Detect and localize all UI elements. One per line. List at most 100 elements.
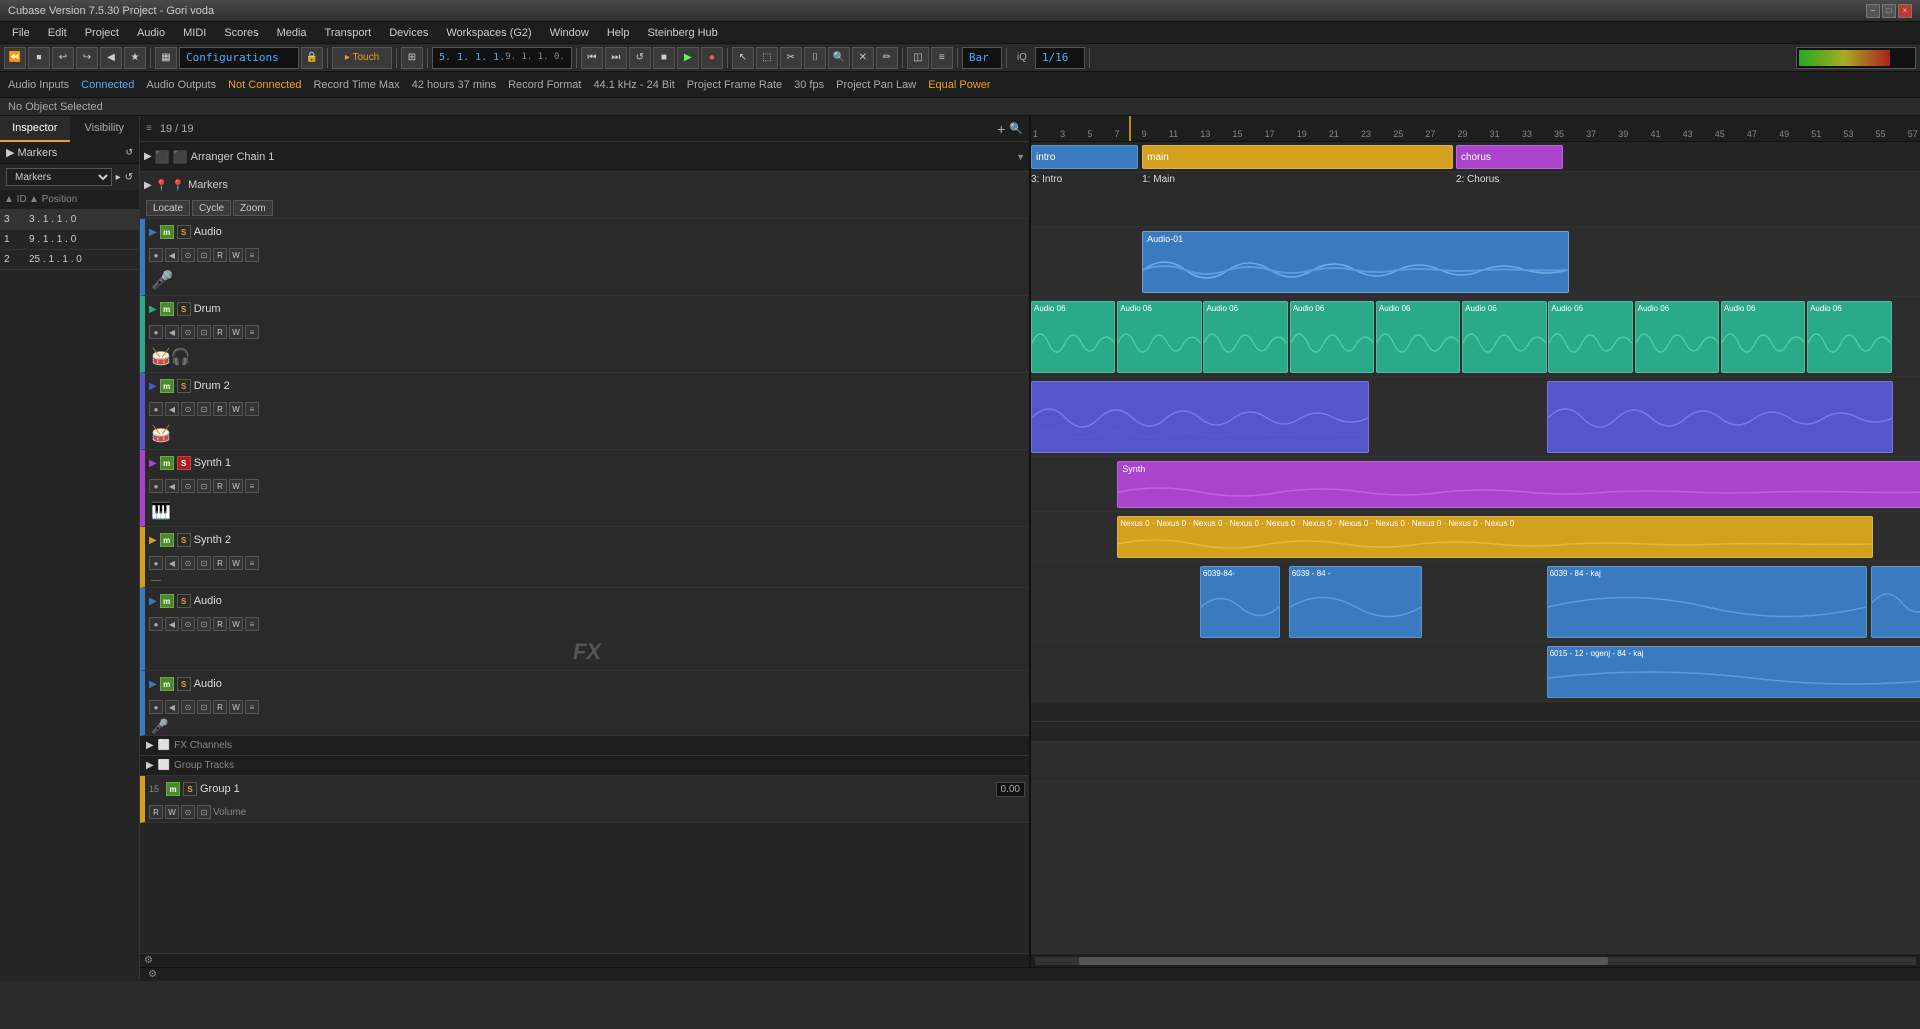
synth1-r[interactable]: R (213, 479, 227, 493)
synth1-eq[interactable]: ≡ (245, 479, 259, 493)
drum2-solo[interactable]: S (177, 379, 191, 393)
drum2-content-row[interactable] (1031, 377, 1920, 457)
bar-display[interactable]: Bar (962, 47, 1002, 69)
audio3-solo[interactable]: S (177, 677, 191, 691)
markers-content-row[interactable]: 3: Intro 1: Main 2: Chorus (1031, 172, 1920, 227)
drum2-eq[interactable]: ≡ (245, 402, 259, 416)
audio-outputs[interactable]: Audio Outputs (146, 79, 216, 91)
drum2-w[interactable]: W (229, 402, 243, 416)
audio1-r[interactable]: R (213, 248, 227, 262)
audio2-clip-3[interactable]: 6039 - 84 - kaj (1547, 566, 1867, 638)
select-tool[interactable]: ↖ (732, 47, 754, 69)
drum2-mute[interactable]: m (160, 379, 174, 393)
drum-w[interactable]: W (229, 325, 243, 339)
menu-file[interactable]: File (4, 25, 38, 41)
configurations-display[interactable]: Configurations (179, 47, 299, 69)
group-collapse-icon[interactable]: ▶ (146, 760, 154, 771)
synth2-clip[interactable]: Nexus 0 · Nexus 0 · Nexus 0 · Nexus 0 · … (1117, 516, 1873, 558)
audio1-solo[interactable]: S (177, 225, 191, 239)
drum-clip-10[interactable]: Audio 06 (1807, 301, 1891, 373)
drum-btn2[interactable]: ◀ (165, 325, 179, 339)
synth1-mute[interactable]: m (160, 456, 174, 470)
group1-content-row[interactable] (1031, 742, 1920, 782)
markers-select[interactable]: Markers (6, 168, 112, 186)
go-to-end-btn[interactable]: ⏭ (605, 47, 627, 69)
audio2-content-row[interactable]: 6039-84- 6039 - 84 - 6039 - 84 - kaj (1031, 562, 1920, 642)
synth2-content-row[interactable]: Nexus 0 · Nexus 0 · Nexus 0 · Nexus 0 · … (1031, 512, 1920, 562)
toolbar-config-btn[interactable]: ▦ (155, 47, 177, 69)
markers-track-expand[interactable]: ▶ (144, 180, 152, 191)
markers-refresh-icon[interactable]: ↺ (125, 172, 133, 183)
drum-clip-5[interactable]: Audio 06 (1376, 301, 1460, 373)
rec-btn[interactable]: ● (701, 47, 723, 69)
synth1-solo[interactable]: S (177, 456, 191, 470)
menu-edit[interactable]: Edit (40, 25, 75, 41)
toolbar-touch-btn[interactable]: ▸ Touch (332, 47, 392, 69)
synth1-content-row[interactable]: Synth (1031, 457, 1920, 512)
visibility-tab[interactable]: Visibility (70, 116, 140, 142)
group1-r[interactable]: R (149, 805, 163, 819)
toolbar-btn-3[interactable]: ◀ (100, 47, 122, 69)
draw-tool[interactable]: ✏ (876, 47, 898, 69)
audio3-eq[interactable]: ≡ (245, 700, 259, 714)
group1-mute[interactable]: m (166, 782, 180, 796)
audio3-expand[interactable]: ▶ (149, 679, 157, 690)
audio2-clip-4[interactable] (1871, 566, 1920, 638)
audio1-btn1[interactable]: ● (149, 248, 163, 262)
audio1-btn3[interactable]: ⊙ (181, 248, 195, 262)
tracks-bottom-icon[interactable]: ⚙ (144, 955, 153, 966)
synth1-btn3[interactable]: ⊙ (181, 479, 195, 493)
audio3-btn4[interactable]: ⊡ (197, 700, 211, 714)
play-btn[interactable]: ▶ (677, 47, 699, 69)
audio-inputs[interactable]: Audio Inputs (8, 79, 69, 91)
arranger-expand[interactable]: ▶ (144, 151, 152, 162)
quantize-display[interactable]: 1/16 (1035, 47, 1085, 69)
synth1-btn4[interactable]: ⊡ (197, 479, 211, 493)
h-scrollbar-thumb[interactable] (1079, 957, 1608, 965)
go-to-start-btn[interactable]: ⏮ (581, 47, 603, 69)
cycle-btn-2[interactable]: Cycle (192, 200, 231, 216)
search-tracks-icon[interactable]: 🔍 (1009, 122, 1023, 135)
bottom-icon[interactable]: ⚙ (148, 969, 157, 980)
toolbar-lock-btn[interactable]: 🔒 (301, 47, 323, 69)
audio3-mute[interactable]: m (160, 677, 174, 691)
markers-header[interactable]: ▶ Markers ↺ (0, 142, 139, 164)
audio1-eq[interactable]: ≡ (245, 248, 259, 262)
toolbar-undo[interactable]: ↩ (52, 47, 74, 69)
drum-r[interactable]: R (213, 325, 227, 339)
drum-clip-1[interactable]: Audio 06 (1031, 301, 1115, 373)
synth2-btn3[interactable]: ⊙ (181, 556, 195, 570)
stop-btn[interactable]: ■ (653, 47, 675, 69)
arr-region-intro[interactable]: intro (1031, 145, 1138, 169)
audio2-r[interactable]: R (213, 617, 227, 631)
audio2-btn4[interactable]: ⊡ (197, 617, 211, 631)
tracks-content[interactable]: intro main chorus 3: Intro 1: Main 2: (1031, 142, 1920, 953)
menu-audio[interactable]: Audio (129, 25, 173, 41)
drum-content-row[interactable]: Audio 06 Audio 06 Audio 06 Audio 06 (1031, 297, 1920, 377)
drum2-btn4[interactable]: ⊡ (197, 402, 211, 416)
drum-clip-7[interactable]: Audio 06 (1548, 301, 1632, 373)
audio1-content-row[interactable]: Audio-01 (1031, 227, 1920, 297)
audio2-clip-2[interactable]: 6039 - 84 - (1289, 566, 1422, 638)
menu-project[interactable]: Project (77, 25, 127, 41)
drum-btn3[interactable]: ⊙ (181, 325, 195, 339)
toolbar-redo[interactable]: ↪ (76, 47, 98, 69)
add-track-btn[interactable]: + (997, 121, 1005, 137)
drum-btn1[interactable]: ● (149, 325, 163, 339)
audio2-w[interactable]: W (229, 617, 243, 631)
arranger-dropdown[interactable]: ▼ (1016, 152, 1025, 162)
audio3-r[interactable]: R (213, 700, 227, 714)
drum-clip-3[interactable]: Audio 06 (1203, 301, 1287, 373)
maximize-button[interactable]: □ (1882, 4, 1896, 18)
audio2-eq[interactable]: ≡ (245, 617, 259, 631)
drum2-btn3[interactable]: ⊙ (181, 402, 195, 416)
drum2-btn2[interactable]: ◀ (165, 402, 179, 416)
toolbar-btn-2[interactable]: ⏹ (28, 47, 50, 69)
drum2-r[interactable]: R (213, 402, 227, 416)
drum-clip-6[interactable]: Audio 06 (1462, 301, 1546, 373)
menu-help[interactable]: Help (599, 25, 638, 41)
drum2-btn1[interactable]: ● (149, 402, 163, 416)
audio1-expand[interactable]: ▶ (149, 227, 157, 238)
menu-steinberg-hub[interactable]: Steinberg Hub (639, 25, 725, 41)
drum-solo[interactable]: S (177, 302, 191, 316)
